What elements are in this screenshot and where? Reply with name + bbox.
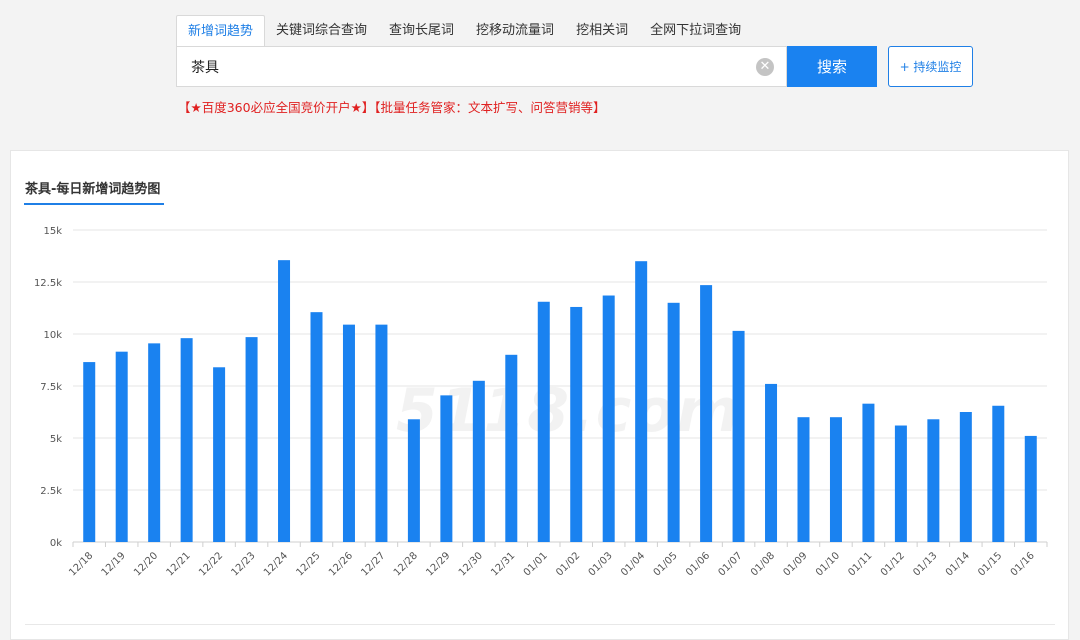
x-tick-label: 12/28 (392, 550, 420, 578)
promo-link-ads[interactable]: 【★百度360必应全国竞价开户★】 (178, 100, 374, 115)
bar[interactable] (278, 260, 291, 542)
search-box: ✕ (176, 46, 787, 87)
bar[interactable] (1024, 435, 1037, 542)
x-tick-label: 01/07 (717, 550, 745, 578)
bar[interactable] (148, 343, 161, 542)
bar[interactable] (375, 324, 388, 542)
x-tick-label: 01/02 (554, 550, 582, 578)
bar[interactable] (570, 306, 583, 542)
bar[interactable] (959, 412, 972, 542)
bar[interactable] (505, 354, 518, 542)
bar[interactable] (700, 285, 713, 542)
x-tick-label: 01/01 (522, 550, 550, 578)
bar[interactable] (602, 295, 615, 542)
x-tick-label: 01/10 (814, 550, 842, 578)
bar[interactable] (245, 337, 258, 542)
y-tick-label: 15k (43, 226, 62, 237)
tab-3[interactable]: 挖移动流量词 (465, 15, 565, 46)
bar[interactable] (992, 405, 1005, 542)
y-tick-label: 0k (50, 538, 62, 549)
x-tick-label: 01/06 (684, 550, 712, 578)
bar[interactable] (894, 425, 907, 542)
monitor-button[interactable]: + 持续监控 (888, 46, 973, 87)
x-tick-label: 01/03 (587, 550, 615, 578)
y-tick-label: 12.5k (34, 278, 62, 289)
query-tabs: 新增词趋势 关键词综合查询 查询长尾词 挖移动流量词 挖相关词 全网下拉词查询 (176, 15, 752, 46)
bar[interactable] (732, 330, 745, 542)
tab-5[interactable]: 全网下拉词查询 (639, 15, 752, 46)
bar[interactable] (310, 312, 323, 542)
promo-links: 【★百度360必应全国竞价开户★】【批量任务管家：文本扩写、问答营销等】 (178, 97, 606, 116)
x-tick-label: 12/21 (165, 550, 193, 578)
x-tick-label: 01/14 (944, 550, 972, 578)
bar[interactable] (213, 367, 226, 542)
promo-link-tasks[interactable]: 【批量任务管家：文本扩写、问答营销等】 (374, 100, 605, 115)
x-tick-label: 01/15 (976, 550, 1004, 578)
bar[interactable] (472, 380, 485, 542)
tab-4[interactable]: 挖相关词 (565, 15, 639, 46)
x-tick-label: 12/31 (489, 550, 517, 578)
x-tick-label: 01/08 (749, 550, 777, 578)
bar[interactable] (407, 419, 420, 542)
bar[interactable] (83, 362, 96, 542)
tab-0[interactable]: 新增词趋势 (176, 15, 266, 46)
x-tick-label: 12/29 (424, 550, 452, 578)
bar[interactable] (180, 338, 193, 542)
search-button[interactable]: 搜索 (787, 46, 877, 87)
x-tick-label: 01/11 (846, 550, 874, 578)
bar[interactable] (115, 351, 128, 542)
search-input[interactable] (177, 47, 747, 86)
bar[interactable] (797, 417, 810, 542)
bar[interactable] (667, 302, 680, 542)
x-tick-label: 12/27 (359, 550, 387, 578)
bar-chart: 0k2.5k5k7.5k10k12.5k15k12/18 12/19 12/20 12… (34, 226, 1048, 579)
chart-card: 茶具-每日新增词趋势图 5118.com 0k 2.5k 5k 7.5k 10k 12.5… (10, 150, 1069, 640)
x-tick-label: 12/23 (230, 550, 258, 578)
x-tick-label: 01/13 (911, 550, 939, 578)
bar[interactable] (862, 403, 875, 542)
x-tick-label: 01/05 (652, 550, 680, 578)
x-tick-label: 12/19 (100, 550, 128, 578)
x-tick-label: 12/20 (132, 550, 160, 578)
bar[interactable] (927, 419, 940, 542)
x-tick-label: 01/09 (781, 550, 809, 578)
bar[interactable] (342, 324, 355, 542)
bar[interactable] (537, 301, 550, 542)
bar[interactable] (829, 417, 842, 542)
x-tick-label: 01/16 (1009, 550, 1037, 578)
y-tick-label: 2.5k (40, 486, 62, 497)
y-tick-label: 7.5k (40, 382, 62, 393)
divider (25, 624, 1055, 625)
tab-1[interactable]: 关键词综合查询 (265, 15, 378, 46)
x-tick-label: 12/30 (457, 550, 485, 578)
bar[interactable] (635, 261, 648, 542)
y-tick-label: 5k (50, 434, 62, 445)
x-tick-label: 12/18 (67, 550, 95, 578)
x-tick-label: 12/22 (197, 550, 225, 578)
x-tick-label: 12/25 (294, 550, 322, 578)
x-tick-label: 12/26 (327, 550, 355, 578)
y-tick-label: 10k (43, 330, 62, 341)
bar[interactable] (440, 395, 453, 542)
x-tick-label: 12/24 (262, 550, 290, 578)
clear-icon[interactable]: ✕ (756, 58, 774, 76)
tab-2[interactable]: 查询长尾词 (378, 15, 465, 46)
x-tick-label: 01/04 (619, 550, 647, 578)
bar[interactable] (765, 383, 778, 542)
x-tick-label: 01/12 (879, 550, 907, 578)
